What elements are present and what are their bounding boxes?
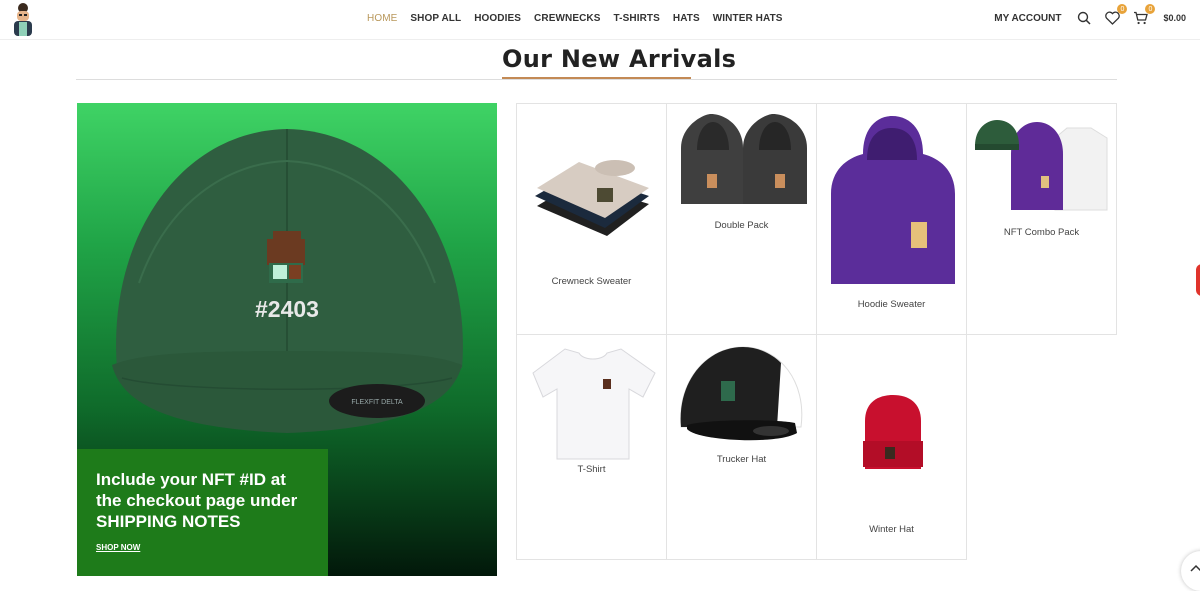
my-account-link[interactable]: MY ACCOUNT: [994, 13, 1061, 24]
product-name[interactable]: Winter Hat: [817, 524, 966, 535]
cart-total[interactable]: $0.00: [1163, 13, 1186, 23]
chevron-up-icon: [1189, 560, 1200, 578]
product-name[interactable]: Double Pack: [667, 220, 816, 231]
product-name[interactable]: Trucker Hat: [667, 454, 816, 465]
hero-banner[interactable]: FLEXFIT DELTA #2403 Include your NFT #ID…: [77, 103, 497, 576]
product-card-t-shirt[interactable]: T-Shirt: [516, 334, 667, 560]
product-card-double-pack[interactable]: Double Pack: [666, 103, 817, 335]
product-card-hoodie-sweater[interactable]: Hoodie Sweater: [816, 103, 967, 335]
combo-pack-image: [975, 120, 1108, 211]
promo-text: Include your NFT #ID at the checkout pag…: [96, 470, 298, 531]
cap-brand-label: FLEXFIT DELTA: [351, 399, 403, 406]
nav-shop-all[interactable]: SHOP ALL: [410, 13, 461, 24]
wishlist-button[interactable]: 0: [1103, 4, 1128, 27]
cart-button[interactable]: 0: [1131, 4, 1156, 27]
scroll-to-top-button[interactable]: [1181, 551, 1200, 591]
double-pack-image: [681, 114, 807, 204]
nav-hats[interactable]: HATS: [673, 13, 700, 24]
logo-avatar-icon[interactable]: [10, 2, 36, 36]
product-card-crewneck[interactable]: Crewneck Sweater: [516, 103, 667, 335]
cart-count-badge: 0: [1145, 4, 1156, 14]
cart-icon: [1133, 11, 1148, 25]
main-nav: HOME SHOP ALL HOODIES CREWNECKS T-SHIRTS…: [367, 13, 783, 24]
product-card-nft-combo-pack[interactable]: NFT Combo Pack: [966, 103, 1117, 335]
nav-hoodies[interactable]: HOODIES: [474, 13, 521, 24]
promo-box: Include your NFT #ID at the checkout pag…: [77, 449, 328, 576]
crewneck-image: [535, 160, 649, 236]
product-name[interactable]: Crewneck Sweater: [517, 276, 666, 287]
side-feedback-tab[interactable]: [1196, 264, 1200, 296]
nav-crewnecks[interactable]: CREWNECKS: [534, 13, 600, 24]
section-header: Our New Arrivals: [76, 40, 1117, 80]
search-icon[interactable]: [1075, 9, 1093, 27]
product-card-winter-hat[interactable]: Winter Hat: [816, 334, 967, 560]
nav-winter-hats[interactable]: WINTER HATS: [713, 13, 783, 24]
product-card-trucker-hat[interactable]: Trucker Hat: [666, 334, 817, 560]
product-name[interactable]: Hoodie Sweater: [817, 299, 966, 310]
hoodie-image: [831, 116, 955, 284]
cap-number: #2403: [255, 296, 319, 322]
header-actions: MY ACCOUNT 0 0 $0.00: [994, 4, 1186, 27]
title-underline: [502, 77, 691, 79]
nav-home[interactable]: HOME: [367, 13, 397, 24]
tshirt-image: [532, 348, 656, 460]
nav-t-shirts[interactable]: T-SHIRTS: [614, 13, 660, 24]
wishlist-count-badge: 0: [1117, 4, 1128, 14]
shop-now-link[interactable]: SHOP NOW: [96, 543, 140, 552]
product-grid: Crewneck Sweater Double Pack Hoodie Swea…: [516, 103, 1117, 560]
winter-hat-image: [863, 395, 923, 469]
section-title: Our New Arrivals: [502, 45, 737, 73]
site-header: HOME SHOP ALL HOODIES CREWNECKS T-SHIRTS…: [0, 0, 1200, 40]
trucker-hat-image: [680, 346, 803, 441]
product-name[interactable]: T-Shirt: [517, 464, 666, 475]
product-name[interactable]: NFT Combo Pack: [967, 227, 1116, 238]
heart-icon: [1105, 11, 1120, 25]
